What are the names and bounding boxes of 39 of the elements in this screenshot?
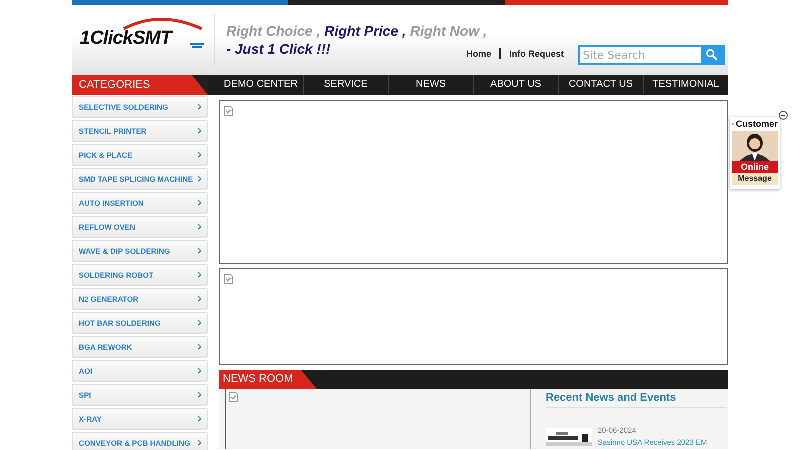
search-icon <box>706 49 718 61</box>
chevron-right-icon <box>198 248 202 254</box>
chevron-right-icon <box>198 104 202 110</box>
broken-image-icon <box>229 392 238 402</box>
chevron-right-icon <box>198 296 202 302</box>
search-field[interactable]: Site Search <box>578 45 725 65</box>
chevron-right-icon <box>198 200 202 206</box>
section-heading: Recent News and Events <box>546 392 726 408</box>
logo[interactable]: 1ClickSMT <box>72 16 212 52</box>
nav-item[interactable]: NEWS <box>388 75 473 95</box>
chat-title: Customer <box>736 119 778 129</box>
chevron-right-icon <box>198 272 202 278</box>
chevron-right-icon <box>198 416 202 422</box>
chevron-right-icon <box>198 152 202 158</box>
chevron-right-icon <box>198 224 202 230</box>
tagline-text: - Just 1 Click !!! <box>226 41 332 57</box>
chevron-right-icon <box>198 344 202 350</box>
chevron-right-icon <box>198 176 202 182</box>
header-link[interactable]: Home <box>466 48 492 58</box>
nav-item[interactable]: ABOUT US <box>473 75 558 95</box>
tagline-text: Right Price , <box>324 23 406 39</box>
nav-item[interactable]: TESTIMONIAL <box>643 75 728 95</box>
minimize-icon[interactable] <box>779 111 788 120</box>
chevron-right-icon <box>198 320 202 326</box>
message-button[interactable]: Message <box>732 173 778 185</box>
categories-heading: CATEGORIES <box>72 75 208 95</box>
tagline-text: Right Now , <box>410 23 488 39</box>
online-button[interactable]: Online <box>732 161 778 173</box>
chevron-right-icon <box>198 392 202 398</box>
chevron-right-icon <box>198 128 202 134</box>
nav-item[interactable]: DEMO CENTER <box>219 75 303 95</box>
broken-image-icon <box>224 106 233 116</box>
tagline-text: Right Choice , <box>226 23 321 39</box>
nav-item[interactable]: CONTACT US <box>558 75 643 95</box>
chevron-right-icon <box>198 440 202 446</box>
nav-item[interactable]: SERVICE <box>303 75 388 95</box>
header-link[interactable]: Info Request <box>509 48 564 58</box>
broken-image-icon <box>224 274 233 284</box>
chevron-right-icon <box>198 368 202 374</box>
